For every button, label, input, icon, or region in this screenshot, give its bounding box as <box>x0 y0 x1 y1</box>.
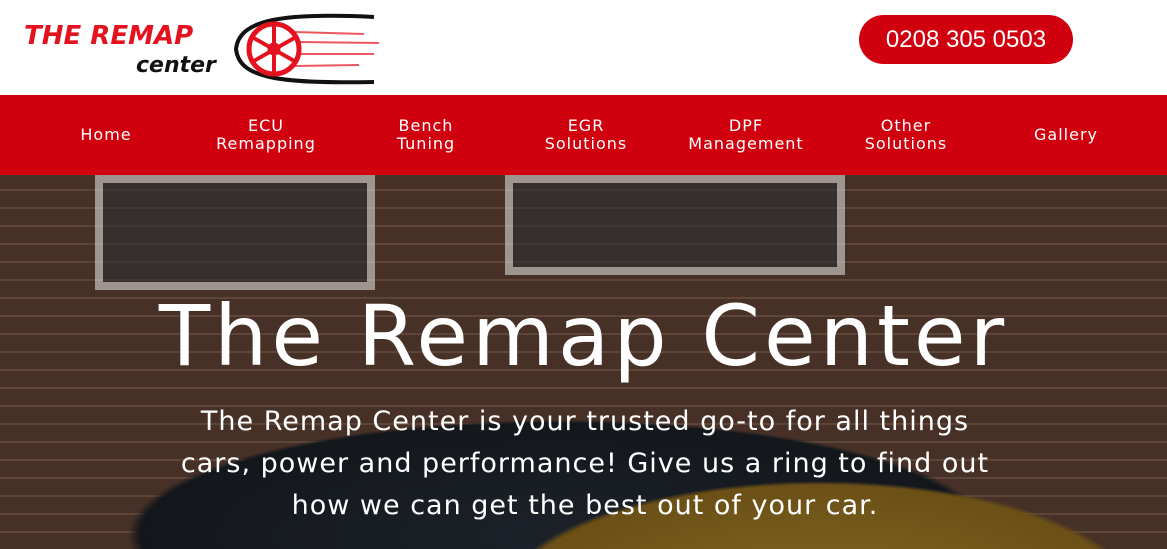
background-window <box>95 175 375 290</box>
phone-button[interactable]: 0208 305 0503 <box>859 15 1073 64</box>
nav-gallery[interactable]: Gallery <box>986 126 1146 144</box>
nav-ecu-remapping[interactable]: ECU Remapping <box>186 117 346 153</box>
wheel-icon <box>246 21 380 77</box>
nav-label: Management <box>688 134 804 153</box>
nav-label: Solutions <box>864 134 948 153</box>
nav-label: EGR <box>567 116 605 135</box>
logo-text-bottom: center <box>136 53 217 78</box>
nav-label: ECU <box>248 116 284 135</box>
logo-text-top: THE REMAP <box>24 21 193 51</box>
main-nav: Home ECU Remapping Bench Tuning EGR Solutio… <box>0 95 1167 175</box>
hero-section: The Remap Center The Remap Center is you… <box>0 175 1167 549</box>
nav-label: Other <box>880 116 932 135</box>
background-door <box>505 175 845 275</box>
nav-label: Solutions <box>544 134 628 153</box>
nav-bench-tuning[interactable]: Bench Tuning <box>346 117 506 153</box>
nav-dpf-management[interactable]: DPF Management <box>666 117 826 153</box>
nav-label: Remapping <box>216 134 316 153</box>
nav-other-solutions[interactable]: Other Solutions <box>826 117 986 153</box>
site-logo[interactable]: THE REMAP center <box>24 12 384 87</box>
site-header: THE REMAP center 0208 305 0503 <box>0 0 1167 95</box>
nav-label: Tuning <box>396 134 456 153</box>
nav-home[interactable]: Home <box>26 126 186 144</box>
hero-text: The Remap Center is your trusted go-to f… <box>180 406 990 521</box>
nav-label: Gallery <box>1034 125 1098 144</box>
nav-label: Home <box>80 125 132 144</box>
hero-title: The Remap Center <box>158 287 1009 385</box>
nav-egr-solutions[interactable]: EGR Solutions <box>506 117 666 153</box>
nav-label: DPF <box>728 116 764 135</box>
nav-label: Bench <box>398 116 454 135</box>
